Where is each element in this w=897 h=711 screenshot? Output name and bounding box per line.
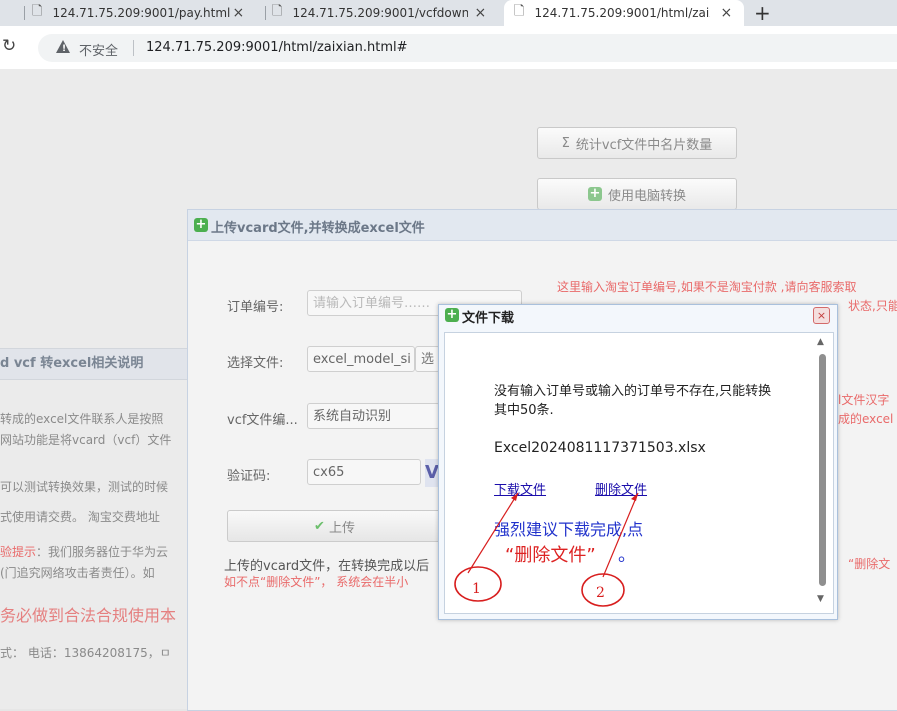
arrow-head-icon (631, 493, 638, 501)
annotation-label-2: 2 (596, 585, 605, 601)
annotation-arrow-1 (467, 492, 519, 574)
annotation-arrow-2 (602, 492, 639, 578)
annotation-layer: 1 2 (454, 492, 639, 607)
arrow-head-icon (511, 493, 518, 501)
annotation-label-1: 1 (472, 581, 481, 597)
